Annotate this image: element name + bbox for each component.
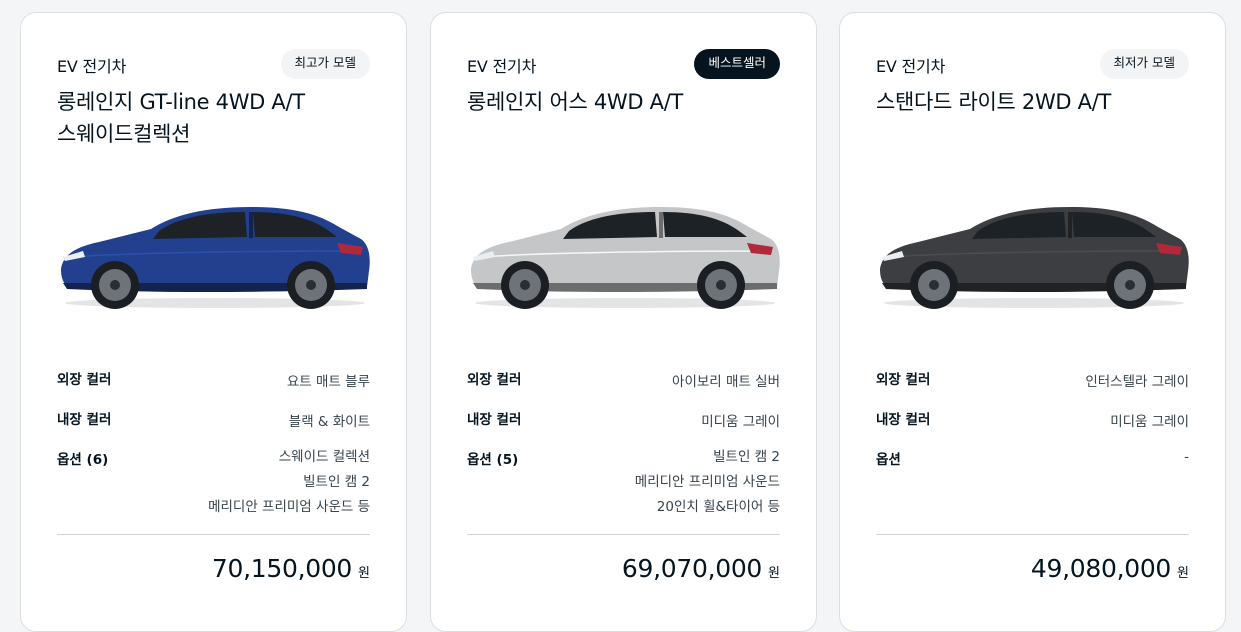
- divider: [876, 534, 1189, 535]
- trim-card[interactable]: EV 전기차 최저가 모델 스탠다드 라이트 2WD A/T 외장 컬러 인터스…: [839, 12, 1226, 632]
- exterior-color-label: 외장 컬러: [57, 372, 112, 388]
- options-label: 옵션 (5): [467, 452, 519, 468]
- price-amount: 69,070,000: [621, 554, 763, 583]
- interior-color-value: 미디움 그레이: [701, 414, 780, 430]
- car-image: [880, 207, 1189, 309]
- price: 70,150,000 원: [212, 554, 370, 583]
- lowest-price-badge: 최저가 모델: [1099, 49, 1189, 79]
- option-item: 메리디안 프리미엄 사운드 등: [208, 499, 370, 515]
- category-label: EV 전기차: [467, 57, 537, 76]
- trim-card-list: EV 전기차 최고가 모델 롱레인지 GT-line 4WD A/T 스웨이드컬…: [0, 0, 1241, 632]
- category-label: EV 전기차: [876, 57, 946, 76]
- exterior-color-label: 외장 컬러: [467, 372, 522, 388]
- price: 69,070,000 원: [622, 554, 780, 583]
- trim-title-line: 롱레인지 GT-line 4WD A/T: [57, 90, 305, 114]
- options-list: 빌트인 캠 2 메리디안 프리미엄 사운드 20인치 휠&타이어 등: [635, 445, 780, 520]
- divider: [57, 534, 370, 535]
- option-item: 스웨이드 컬렉션: [278, 449, 370, 465]
- price-currency: 원: [358, 566, 370, 581]
- options-list: -: [1184, 445, 1189, 470]
- trim-title: 롱레인지 어스 4WD A/T: [467, 86, 767, 118]
- trim-title: 롱레인지 GT-line 4WD A/T 스웨이드컬렉션: [57, 86, 357, 150]
- car-image: [61, 207, 370, 309]
- highest-price-badge: 최고가 모델: [280, 49, 370, 79]
- trim-card[interactable]: EV 전기차 베스트셀러 롱레인지 어스 4WD A/T 외장 컬러 아이보리 …: [430, 12, 817, 632]
- car-image: [471, 207, 780, 309]
- interior-color-label: 내장 컬러: [467, 412, 522, 428]
- exterior-color-value: 아이보리 매트 실버: [672, 374, 780, 390]
- options-label: 옵션: [876, 452, 901, 468]
- trim-title-line: 롱레인지 어스 4WD A/T: [467, 90, 684, 114]
- exterior-color-value: 요트 매트 블루: [286, 374, 370, 390]
- option-item: 빌트인 캠 2: [303, 474, 370, 490]
- price-amount: 49,080,000: [1030, 554, 1172, 583]
- interior-color-label: 내장 컬러: [57, 412, 112, 428]
- divider: [467, 534, 780, 535]
- trim-title-line: 스웨이드컬렉션: [57, 122, 191, 146]
- price-currency: 원: [768, 566, 780, 581]
- trim-title: 스탠다드 라이트 2WD A/T: [876, 86, 1176, 118]
- exterior-color-label: 외장 컬러: [876, 372, 931, 388]
- exterior-color-value: 인터스텔라 그레이: [1085, 374, 1189, 390]
- interior-color-value: 미디움 그레이: [1110, 414, 1189, 430]
- interior-color-label: 내장 컬러: [876, 412, 931, 428]
- bestseller-badge: 베스트셀러: [694, 49, 780, 79]
- category-label: EV 전기차: [57, 57, 127, 76]
- trim-card[interactable]: EV 전기차 최고가 모델 롱레인지 GT-line 4WD A/T 스웨이드컬…: [20, 12, 407, 632]
- price: 49,080,000 원: [1031, 554, 1189, 583]
- interior-color-value: 블랙 & 화이트: [288, 414, 370, 430]
- price-currency: 원: [1177, 566, 1189, 581]
- option-item: 20인치 휠&타이어 등: [656, 499, 780, 515]
- trim-title-line: 스탠다드 라이트 2WD A/T: [876, 90, 1112, 114]
- options-list: 스웨이드 컬렉션 빌트인 캠 2 메리디안 프리미엄 사운드 등: [208, 445, 370, 520]
- option-item: -: [1184, 449, 1189, 465]
- options-label: 옵션 (6): [57, 452, 109, 468]
- price-amount: 70,150,000: [211, 554, 353, 583]
- option-item: 빌트인 캠 2: [713, 449, 780, 465]
- option-item: 메리디안 프리미엄 사운드: [634, 474, 780, 490]
